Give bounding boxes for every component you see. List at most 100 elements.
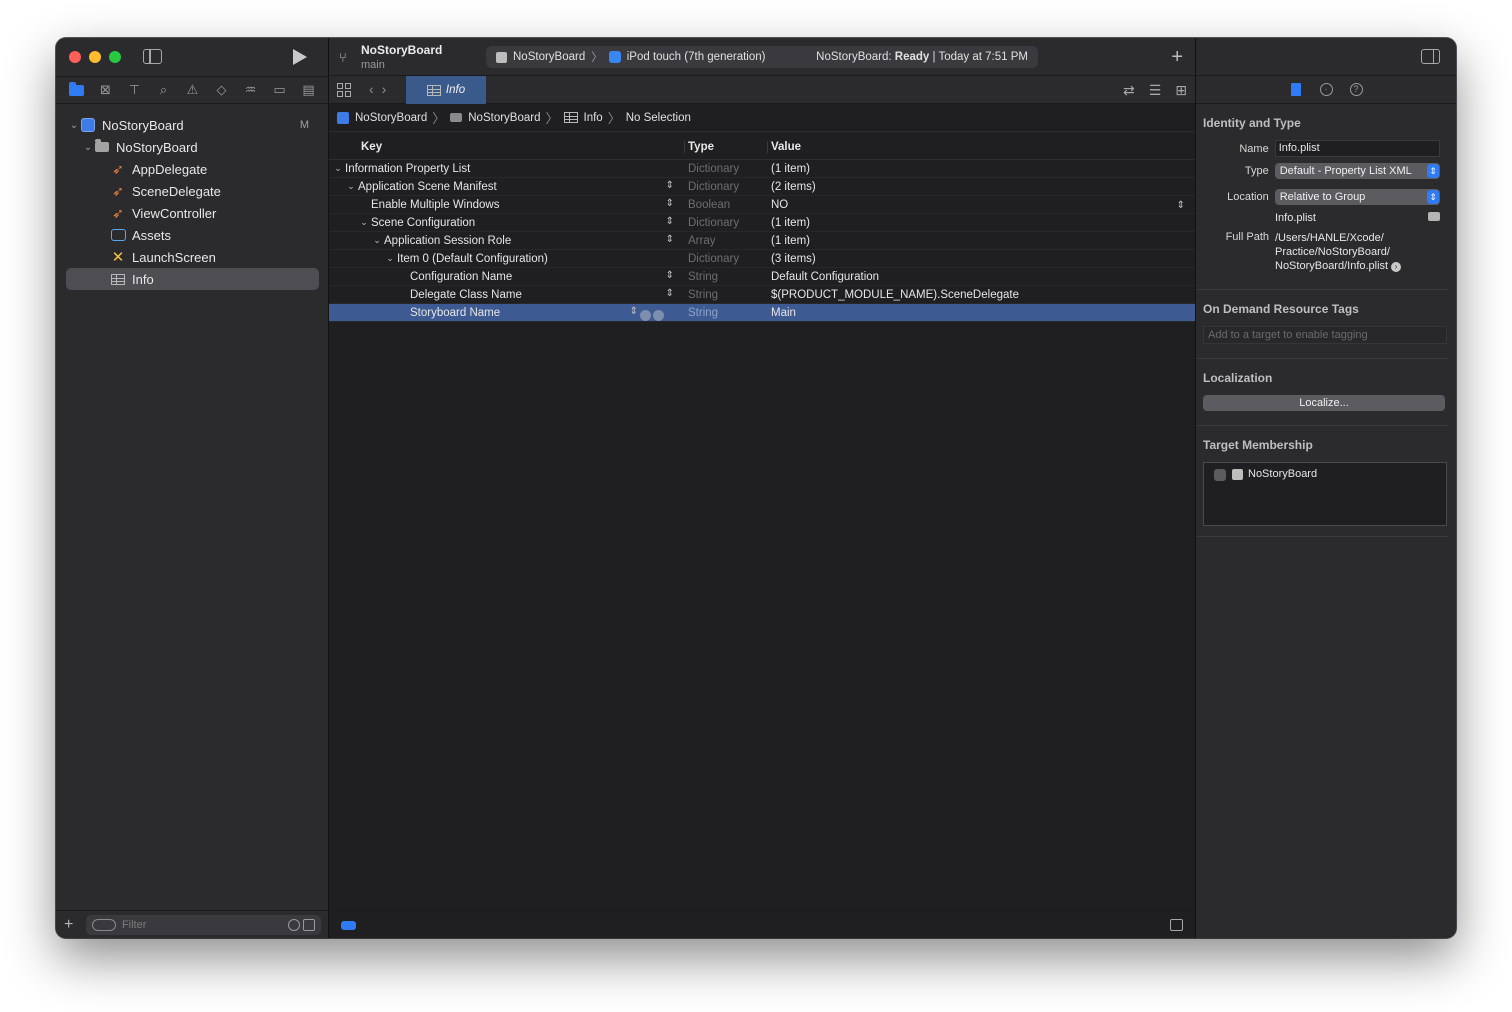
key-stepper-icon[interactable]: ⇕: [666, 180, 674, 190]
tab-info[interactable]: Info: [406, 76, 486, 104]
plist-key: Configuration Name: [410, 270, 513, 283]
run-button[interactable]: [293, 49, 307, 65]
tree-item-group[interactable]: ⌄ NoStoryBoard: [56, 136, 329, 158]
breakpoint-navigator-tab[interactable]: ▭: [271, 81, 289, 99]
scheme-selector[interactable]: NoStoryBoard: [496, 51, 585, 63]
name-field[interactable]: Info.plist: [1274, 140, 1440, 157]
reveal-arrow-icon[interactable]: ›: [1391, 262, 1402, 272]
tree-item-viewcontroller[interactable]: ➶ ViewController: [56, 202, 329, 224]
plist-icon: [426, 84, 441, 96]
key-column-header[interactable]: Key: [329, 141, 684, 153]
tree-item-launchscreen[interactable]: ✕ LaunchScreen: [56, 246, 329, 268]
filter-input[interactable]: Filter: [85, 914, 321, 935]
tree-item-info[interactable]: Info: [66, 268, 319, 290]
history-inspector-tab[interactable]: ·: [1319, 83, 1333, 97]
chevron-down-icon[interactable]: ⌄: [68, 120, 80, 131]
type-column-header[interactable]: Type: [684, 140, 767, 153]
debug-navigator-tab[interactable]: ♒: [242, 81, 260, 99]
test-navigator-tab[interactable]: ◇: [213, 81, 231, 99]
back-forward-arrows[interactable]: ‹›: [369, 81, 394, 97]
tree-item-appdelegate[interactable]: ➶ AppDelegate: [56, 158, 329, 180]
source-control-tab[interactable]: ⊠: [97, 81, 115, 99]
editor-options-icon[interactable]: ☰: [1149, 82, 1162, 99]
plist-row[interactable]: Delegate Class Name ⇕ String $(PRODUCT_MO…: [329, 286, 1195, 304]
localize-button[interactable]: Localize...: [1203, 395, 1445, 411]
plist-value[interactable]: $(PRODUCT_MODULE_NAME).SceneDelegate: [767, 289, 1195, 301]
plist-row[interactable]: Enable Multiple Windows ⇕ Boolean NO ⇕: [329, 196, 1195, 214]
chevron-down-icon[interactable]: ⌄: [345, 181, 357, 192]
debug-area-indicator-icon[interactable]: [341, 921, 356, 930]
symbol-navigator-tab[interactable]: ⊤: [126, 81, 144, 99]
tab-label: Info: [445, 84, 466, 96]
tree-item-assets[interactable]: Assets: [56, 224, 329, 246]
related-items-icon[interactable]: [337, 83, 351, 97]
chevron-down-icon[interactable]: ⌄: [384, 253, 396, 264]
target-name: NoStoryBoard: [1248, 468, 1318, 480]
value-stepper-icon[interactable]: ⇕: [1177, 200, 1185, 211]
swap-icon[interactable]: ⇄: [1123, 82, 1135, 99]
folder-icon[interactable]: [1428, 212, 1440, 221]
report-navigator-tab[interactable]: ▤: [300, 81, 318, 99]
plist-value[interactable]: Main: [767, 307, 1195, 319]
chevron-down-icon[interactable]: ⌄: [82, 142, 94, 153]
issue-navigator-tab[interactable]: ⚠: [184, 81, 202, 99]
jumpbar-file[interactable]: Info: [563, 112, 603, 124]
plist-row[interactable]: ⌄ Information Property List Dictionary (1…: [329, 160, 1195, 178]
plist-value[interactable]: Default Configuration: [767, 271, 1195, 283]
file-inspector-tab[interactable]: [1289, 83, 1303, 97]
toggle-debug-area-icon[interactable]: [1170, 919, 1183, 931]
minimize-window-button[interactable]: [89, 51, 101, 63]
jumpbar-group[interactable]: NoStoryBoard: [450, 112, 540, 124]
library-add-button[interactable]: +: [1171, 46, 1183, 69]
toggle-navigator-icon[interactable]: [143, 49, 162, 64]
scm-filter-icon[interactable]: [303, 918, 315, 931]
editor-tab-bar: ‹› Info ⇄ ☰ ⊞: [329, 76, 1195, 104]
plist-row[interactable]: Configuration Name ⇕ String Default Confi…: [329, 268, 1195, 286]
type-popup[interactable]: Default - Property List XML: [1274, 163, 1440, 179]
zoom-window-button[interactable]: [109, 51, 121, 63]
split-editor-icon[interactable]: ⊞: [1175, 82, 1187, 99]
plist-row[interactable]: ⌄ Application Session Role ⇕ Array (1 item…: [329, 232, 1195, 250]
plist-row[interactable]: ⌄ Application Scene Manifest ⇕ Dictionary …: [329, 178, 1195, 196]
app-icon: [1232, 469, 1243, 480]
recent-files-icon[interactable]: [288, 918, 300, 931]
find-navigator-tab[interactable]: ⌕: [155, 81, 173, 99]
add-row-icon[interactable]: [640, 309, 651, 321]
key-stepper-icon[interactable]: ⇕: [630, 306, 638, 316]
key-stepper-icon[interactable]: ⇕: [666, 288, 674, 298]
plist-row[interactable]: ⌄ Scene Configuration ⇕ Dictionary (1 item…: [329, 214, 1195, 232]
tree-item-project[interactable]: ⌄ NoStoryBoard M: [56, 114, 329, 136]
tags-field[interactable]: Add to a target to enable tagging: [1203, 326, 1447, 344]
remove-row-icon[interactable]: [653, 309, 664, 321]
chevron-right-icon: 〉: [432, 111, 446, 126]
plist-value[interactable]: NO ⇕: [767, 199, 1195, 211]
jumpbar-project[interactable]: NoStoryBoard: [337, 111, 427, 124]
key-stepper-icon[interactable]: ⇕: [666, 234, 674, 244]
jumpbar-selection[interactable]: No Selection: [626, 112, 691, 124]
location-popup[interactable]: Relative to Group: [1274, 189, 1440, 205]
project-navigator-tab[interactable]: [68, 81, 86, 99]
toggle-inspector-icon[interactable]: [1421, 49, 1440, 64]
plist-type[interactable]: String: [684, 307, 767, 319]
chevron-down-icon[interactable]: ⌄: [358, 217, 370, 228]
chevron-down-icon[interactable]: ⌄: [371, 235, 383, 246]
quick-help-tab[interactable]: ?: [1349, 83, 1363, 97]
plist-row[interactable]: ⌄ Item 0 (Default Configuration) Dictiona…: [329, 250, 1195, 268]
modified-badge: M: [299, 119, 309, 131]
plist-row-selected[interactable]: Storyboard Name ⇕ String Main: [329, 304, 1195, 322]
tree-item-scenedelegate[interactable]: ➶ SceneDelegate: [56, 180, 329, 202]
value-column-header[interactable]: Value: [767, 140, 1195, 153]
toolbar-branch-name[interactable]: main: [361, 59, 385, 71]
add-file-button[interactable]: +: [64, 916, 80, 934]
swift-file-icon: ➶: [112, 182, 124, 199]
key-stepper-icon[interactable]: ⇕: [666, 198, 674, 208]
target-checkbox[interactable]: [1214, 469, 1226, 481]
warning-icon: ⚠: [186, 82, 199, 97]
chevron-down-icon[interactable]: ⌄: [332, 163, 344, 174]
filter-options-icon[interactable]: [91, 918, 116, 931]
destination-selector[interactable]: iPod touch (7th generation): [608, 51, 765, 63]
plist-value: (1 item): [771, 234, 810, 247]
close-window-button[interactable]: [69, 51, 81, 63]
key-stepper-icon[interactable]: ⇕: [666, 270, 674, 280]
key-stepper-icon[interactable]: ⇕: [666, 216, 674, 226]
